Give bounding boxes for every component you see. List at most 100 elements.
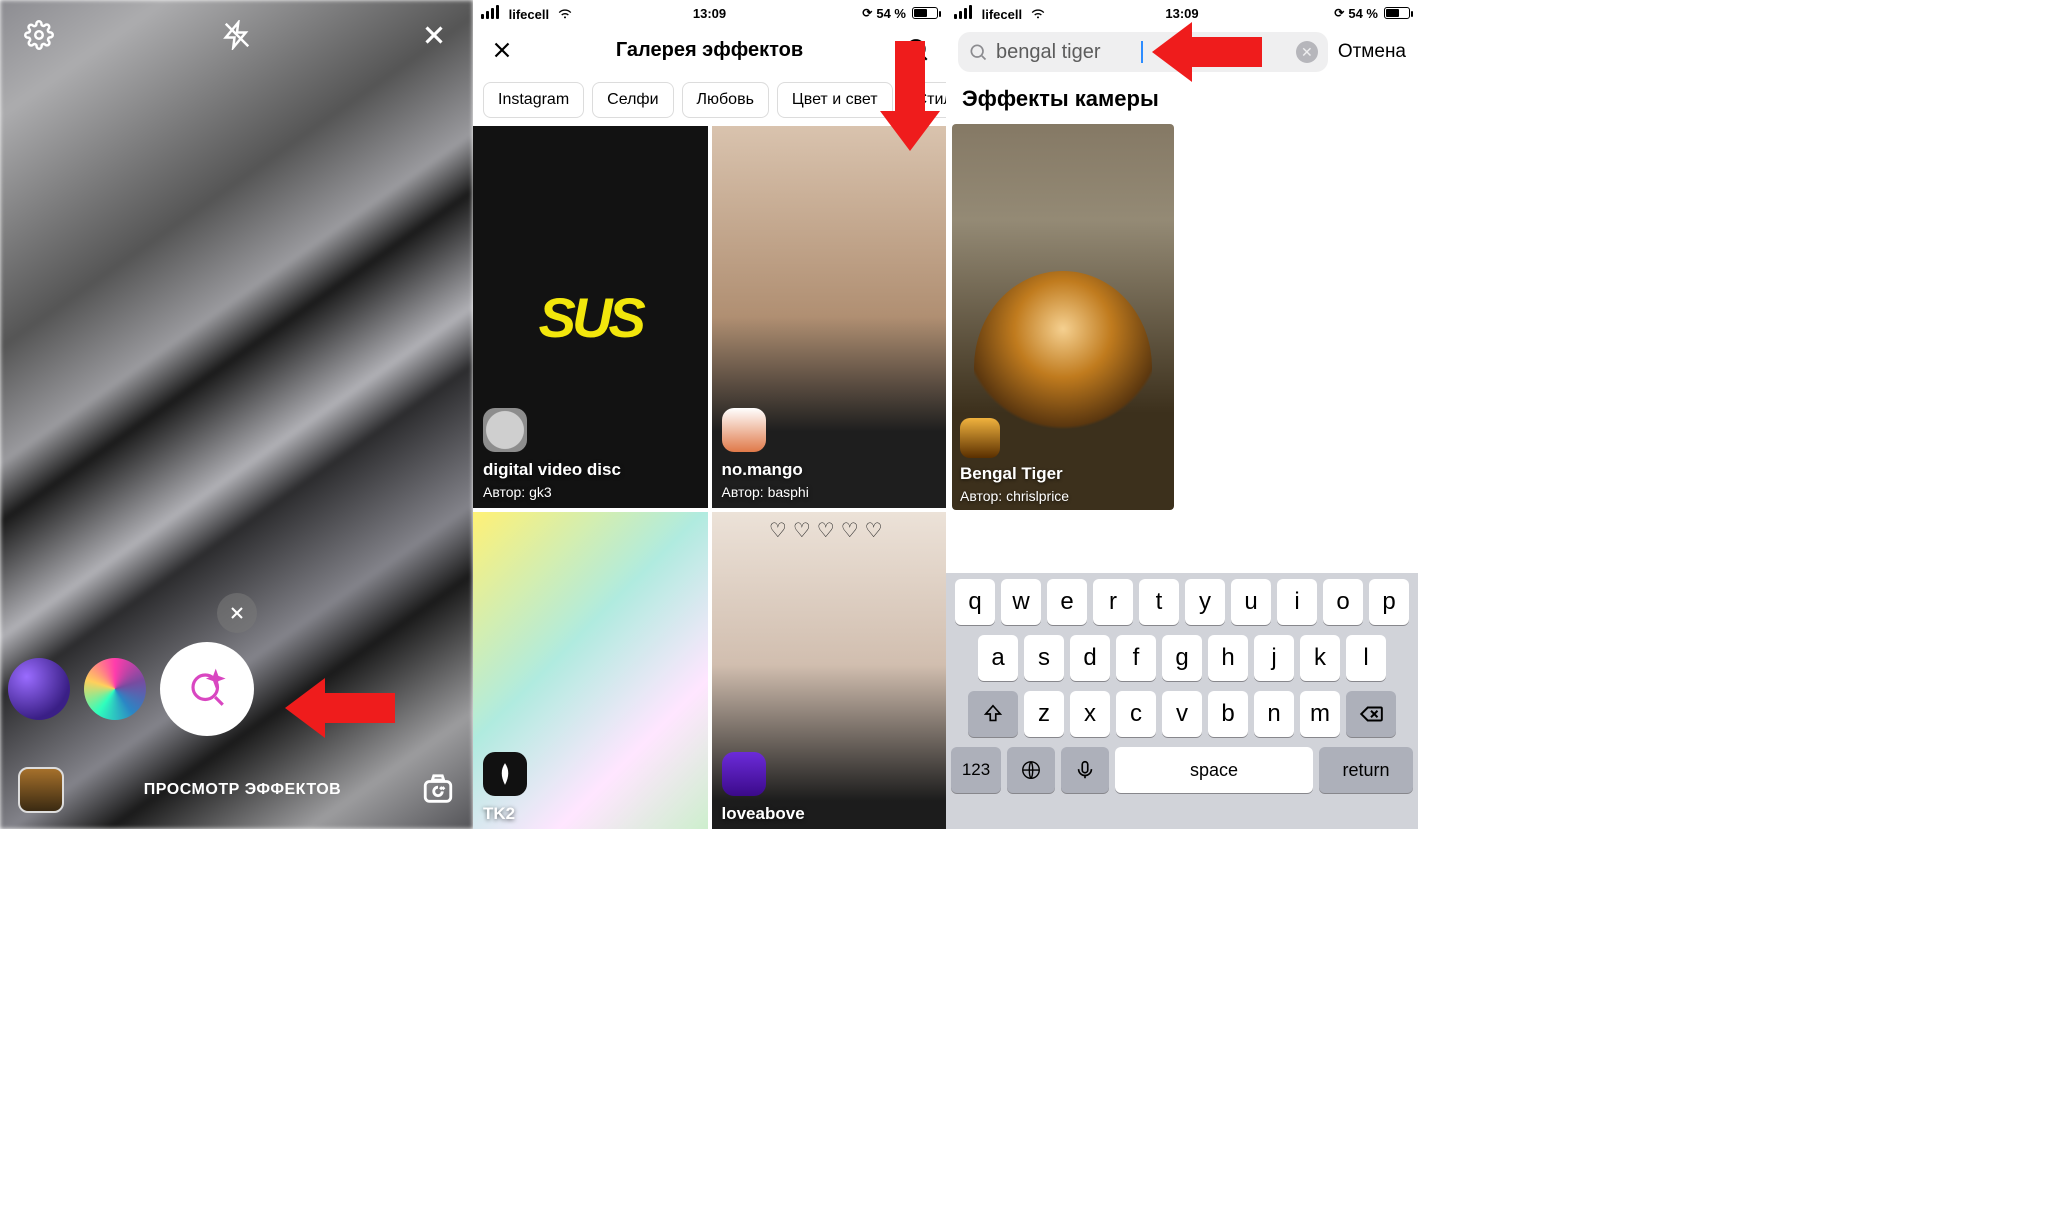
key[interactable]: r <box>1093 579 1133 625</box>
shift-key-icon[interactable] <box>968 691 1018 737</box>
backspace-key-icon[interactable] <box>1346 691 1396 737</box>
settings-gear-icon[interactable] <box>24 20 54 50</box>
effect-card[interactable]: SUS digital video disc Автор: gk3 <box>473 126 708 508</box>
effects-gallery-screen: lifecell 13:09 ⟳ 54 % Галерея эффектов I… <box>473 0 946 829</box>
author-avatar <box>960 418 1000 458</box>
key[interactable]: d <box>1070 635 1110 681</box>
section-heading: Эффекты камеры <box>946 78 1418 124</box>
key-row: 123 space return <box>951 747 1413 793</box>
key[interactable]: v <box>1162 691 1202 737</box>
close-x-icon[interactable] <box>419 20 449 50</box>
key[interactable]: m <box>1300 691 1340 737</box>
page-title: Галерея эффектов <box>616 39 803 62</box>
carrier-name: lifecell <box>509 7 549 22</box>
key[interactable]: z <box>1024 691 1064 737</box>
search-query-text: bengal tiger <box>996 41 1133 64</box>
status-bar: lifecell 13:09 ⟳ 54 % <box>473 0 946 26</box>
effects-grid: SUS digital video disc Автор: gk3 no.man… <box>473 126 946 829</box>
effect-name: Bengal Tiger <box>960 464 1063 484</box>
flash-off-icon[interactable] <box>222 20 252 50</box>
signal-bars-icon <box>954 5 972 19</box>
key-row: q w e r t y u i o p <box>951 579 1413 625</box>
numbers-key[interactable]: 123 <box>951 747 1001 793</box>
effect-author: Автор: basphi <box>722 484 809 500</box>
key[interactable]: b <box>1208 691 1248 737</box>
key[interactable]: s <box>1024 635 1064 681</box>
key[interactable]: k <box>1300 635 1340 681</box>
key[interactable]: i <box>1277 579 1317 625</box>
carrier-name: lifecell <box>982 7 1022 22</box>
key[interactable]: p <box>1369 579 1409 625</box>
wifi-icon <box>1030 5 1046 21</box>
dismiss-effect-chip[interactable] <box>217 593 257 633</box>
view-effects-label[interactable]: ПРОСМОТР ЭФФЕКТОВ <box>144 781 341 799</box>
battery-icon <box>912 7 938 19</box>
return-key[interactable]: return <box>1319 747 1413 793</box>
author-avatar <box>483 752 527 796</box>
annotation-arrow-icon <box>880 41 940 151</box>
effect-name: no.mango <box>722 460 803 480</box>
key[interactable]: t <box>1139 579 1179 625</box>
author-avatar <box>722 408 766 452</box>
shutter-browse-effects[interactable] <box>160 642 254 736</box>
signal-bars-icon <box>481 5 499 19</box>
key[interactable]: e <box>1047 579 1087 625</box>
wifi-icon <box>557 5 573 21</box>
search-input[interactable]: bengal tiger ✕ <box>958 32 1328 72</box>
ios-keyboard[interactable]: q w e r t y u i o p a s d f g h j k l <box>946 573 1418 829</box>
key[interactable]: q <box>955 579 995 625</box>
key[interactable]: w <box>1001 579 1041 625</box>
effect-card[interactable]: TK2 <box>473 512 708 829</box>
category-chip[interactable]: Любовь <box>682 82 769 118</box>
clear-search-icon[interactable]: ✕ <box>1296 41 1318 63</box>
key[interactable]: f <box>1116 635 1156 681</box>
key[interactable]: n <box>1254 691 1294 737</box>
status-time: 13:09 <box>1165 6 1198 21</box>
status-time: 13:09 <box>693 6 726 21</box>
key[interactable]: h <box>1208 635 1248 681</box>
key[interactable]: x <box>1070 691 1110 737</box>
camera-bottom-bar: ПРОСМОТР ЭФФЕКТОВ <box>0 751 473 829</box>
key[interactable]: u <box>1231 579 1271 625</box>
effect-card[interactable]: no.mango Автор: basphi <box>712 126 947 508</box>
effect-orb[interactable] <box>8 658 70 720</box>
effect-author: Автор: gk3 <box>483 484 552 500</box>
key-row: z x c v b n m <box>951 691 1413 737</box>
category-chip[interactable]: Селфи <box>592 82 673 118</box>
effect-author: Автор: chrislprice <box>960 488 1069 504</box>
key[interactable]: y <box>1185 579 1225 625</box>
key[interactable]: o <box>1323 579 1363 625</box>
search-icon <box>968 42 988 62</box>
effect-card[interactable]: Bengal Tiger Автор: chrislprice <box>952 124 1174 510</box>
effect-name: TK2 <box>483 804 515 824</box>
camera-top-toolbar <box>0 10 473 60</box>
key[interactable]: c <box>1116 691 1156 737</box>
battery-percent: 54 % <box>1348 6 1378 21</box>
effect-carousel[interactable] <box>0 639 473 739</box>
effects-search-screen: lifecell 13:09 ⟳ 54 % bengal tiger ✕ Отм… <box>946 0 1418 829</box>
effect-name: digital video disc <box>483 460 621 480</box>
space-key[interactable]: space <box>1115 747 1313 793</box>
category-chip[interactable]: Цвет и свет <box>777 82 893 118</box>
key[interactable]: j <box>1254 635 1294 681</box>
effect-name: loveabove <box>722 804 805 824</box>
text-cursor <box>1141 41 1143 63</box>
key[interactable]: g <box>1162 635 1202 681</box>
gallery-header: Галерея эффектов <box>473 26 946 74</box>
effect-card[interactable]: ♡♡♡♡♡ loveabove <box>712 512 947 829</box>
switch-camera-icon[interactable] <box>421 773 455 807</box>
close-x-icon[interactable] <box>489 37 515 63</box>
annotation-arrow-icon <box>285 678 395 738</box>
effect-orb[interactable] <box>84 658 146 720</box>
author-avatar <box>722 752 766 796</box>
key[interactable]: l <box>1346 635 1386 681</box>
key[interactable]: a <box>978 635 1018 681</box>
annotation-arrow-icon <box>1152 22 1262 82</box>
gallery-thumbnail[interactable] <box>18 767 64 813</box>
globe-key-icon[interactable] <box>1007 747 1055 793</box>
key-row: a s d f g h j k l <box>951 635 1413 681</box>
category-chip[interactable]: Instagram <box>483 82 584 118</box>
cancel-button[interactable]: Отмена <box>1338 41 1406 63</box>
mic-key-icon[interactable] <box>1061 747 1109 793</box>
category-chips[interactable]: Instagram Селфи Любовь Цвет и свет Стиль <box>473 74 946 126</box>
